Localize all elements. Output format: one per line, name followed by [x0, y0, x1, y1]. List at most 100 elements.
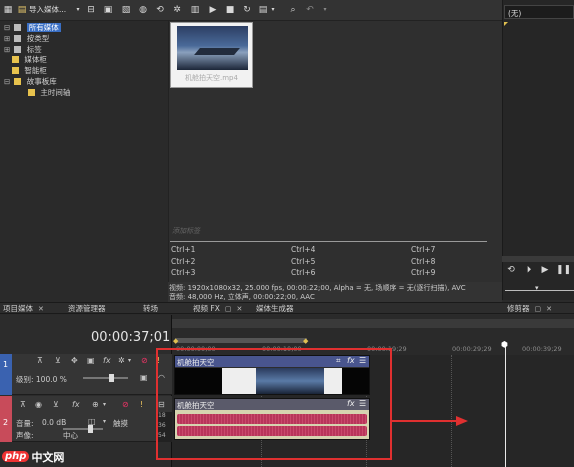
- grid-line: [451, 355, 452, 467]
- video-level-slider[interactable]: [83, 374, 128, 382]
- loop-region[interactable]: [175, 338, 307, 343]
- settings-icon[interactable]: ✲: [172, 5, 182, 15]
- pan-crop-icon[interactable]: ▣: [87, 356, 95, 365]
- tree-item-storyboard[interactable]: ⊟ 故事板库: [4, 77, 57, 87]
- more-icon[interactable]: ▾: [320, 5, 330, 15]
- tab-explorer[interactable]: 资源管理器: [68, 303, 106, 314]
- tree-item-media-bins[interactable]: 媒体柜: [12, 55, 47, 65]
- close-icon[interactable]: ✕: [38, 305, 44, 313]
- dropdown-icon[interactable]: ▾: [128, 356, 131, 365]
- expand-icon[interactable]: ⊞: [4, 34, 12, 44]
- effects-icon[interactable]: ⊕: [92, 400, 99, 409]
- monitor-icon[interactable]: ▣: [140, 373, 148, 382]
- audio-volume-slider[interactable]: [63, 425, 103, 433]
- dropdown-icon[interactable]: ▾: [73, 5, 83, 15]
- prev-frame-icon[interactable]: ⏵: [524, 265, 534, 275]
- pause-icon[interactable]: ❚❚: [556, 265, 571, 275]
- solo-icon[interactable]: !: [140, 400, 143, 409]
- php-logo: php: [2, 451, 30, 462]
- mute-icon[interactable]: ⊘: [141, 356, 148, 365]
- undo-icon[interactable]: ↶: [305, 5, 315, 15]
- tab-transitions[interactable]: 转场: [143, 303, 158, 314]
- annotation-arrow-line: [392, 420, 458, 422]
- shortcut-ctrl6: Ctrl+6: [291, 268, 316, 277]
- snap-icon[interactable]: ▤: [258, 5, 268, 15]
- tab-project-media[interactable]: 项目媒体 ✕: [3, 303, 44, 314]
- dock-icon[interactable]: ▢: [535, 305, 542, 313]
- annotation-arrow-head: [456, 416, 468, 426]
- shortcut-ctrl3: Ctrl+3: [171, 268, 196, 277]
- media-icon[interactable]: ▦: [3, 5, 13, 15]
- loop-icon[interactable]: ↻: [242, 5, 252, 15]
- motion-icon[interactable]: ✥: [71, 356, 78, 365]
- timecode-display[interactable]: 00:00:37;01: [91, 330, 170, 345]
- search-icon[interactable]: ⌕: [288, 5, 298, 15]
- loop-icon[interactable]: ⟲: [506, 265, 516, 275]
- shortcut-ctrl9: Ctrl+9: [411, 268, 436, 277]
- bin-folder-icon: [28, 89, 35, 96]
- trimmer-scrollbar[interactable]: [502, 256, 574, 262]
- trimmer-cursor-icon[interactable]: ▾: [535, 284, 539, 292]
- dropdown-icon[interactable]: ▾: [103, 400, 106, 409]
- view-icon[interactable]: ⊟: [86, 5, 96, 15]
- bypass-icon[interactable]: ⊻: [53, 400, 59, 409]
- dock-icon[interactable]: ▢: [225, 305, 232, 313]
- expand-icon[interactable]: ⊟: [4, 23, 12, 33]
- playhead[interactable]: [505, 343, 506, 467]
- grid-dropdown-icon[interactable]: ▾: [268, 5, 278, 15]
- expand-icon[interactable]: ⊞: [4, 45, 12, 55]
- close-icon[interactable]: ✕: [546, 305, 552, 313]
- import-media-button[interactable]: 导入媒体...: [29, 5, 66, 15]
- in-point-marker[interactable]: [504, 22, 508, 26]
- tree-item-label: 所有媒体: [26, 23, 61, 32]
- tree-item-by-type[interactable]: ⊞ 按类型: [4, 34, 49, 44]
- touch-dropdown-icon[interactable]: ▾: [103, 417, 106, 426]
- refresh-icon[interactable]: ⟲: [155, 5, 165, 15]
- playhead-handle[interactable]: ⬢: [501, 340, 508, 349]
- import-icon[interactable]: ▤: [17, 5, 27, 15]
- tree-item-label: 按类型: [26, 34, 50, 43]
- close-icon[interactable]: ✕: [236, 305, 242, 313]
- audio-volume-thumb[interactable]: [88, 425, 93, 433]
- collapse-icon[interactable]: ⊼: [20, 400, 26, 409]
- split-icon[interactable]: ▥: [190, 5, 200, 15]
- tag-input[interactable]: 添加标签: [172, 226, 200, 236]
- shortcut-ctrl7: Ctrl+7: [411, 245, 436, 254]
- trimmer-panel: [502, 0, 574, 300]
- effects-icon[interactable]: ▧: [121, 5, 131, 15]
- fx-icon[interactable]: fx: [103, 356, 111, 365]
- media-thumbnail-card[interactable]: 机舱拍天空.mp4: [170, 22, 253, 88]
- watermark: php 中文网: [2, 448, 64, 465]
- fx-icon[interactable]: fx: [72, 400, 80, 409]
- tree-item-smart-bins[interactable]: 智能柜: [12, 66, 47, 76]
- tab-trimmer[interactable]: 修剪器 ▢ ✕: [507, 303, 552, 314]
- record-icon[interactable]: ◉: [35, 400, 42, 409]
- stop-icon[interactable]: ■: [225, 5, 235, 15]
- props-icon[interactable]: ▣: [103, 5, 113, 15]
- highlight-box: [156, 348, 392, 460]
- expand-icon[interactable]: ⊟: [4, 77, 12, 87]
- tab-video-fx[interactable]: 视频 FX ▢ ✕: [193, 303, 242, 314]
- media-info-audio: 音频: 48,000 Hz, 立体声, 00:00:22;00, AAC: [169, 293, 315, 301]
- tree-item-tags[interactable]: ⊞ 标签: [4, 45, 42, 55]
- play-icon[interactable]: ▶: [540, 265, 550, 275]
- mute-icon[interactable]: ⊘: [122, 400, 129, 409]
- ruler-label: 00:00:39;29: [522, 345, 562, 353]
- trimmer-dropdown[interactable]: (无): [504, 5, 574, 19]
- shortcut-ctrl5: Ctrl+5: [291, 257, 316, 266]
- burn-icon[interactable]: ◍: [138, 5, 148, 15]
- tree-item-all-media[interactable]: ⊟ 所有媒体: [4, 23, 61, 33]
- collapse-icon[interactable]: ⊼: [37, 356, 43, 365]
- tree-item-main-timeline[interactable]: 主时间轴: [28, 88, 70, 98]
- tab-media-generators[interactable]: 媒体生成器: [256, 303, 294, 314]
- trimmer-dropdown-value: (无): [508, 9, 522, 18]
- play-icon[interactable]: ▶: [208, 5, 218, 15]
- loop-end-marker[interactable]: ◆: [303, 337, 308, 345]
- shortcut-ctrl8: Ctrl+8: [411, 257, 436, 266]
- video-level-thumb[interactable]: [109, 374, 114, 382]
- bypass-icon[interactable]: ⊻: [55, 356, 61, 365]
- loop-start-marker[interactable]: ◆: [173, 337, 178, 345]
- composite-icon[interactable]: ✲: [118, 356, 125, 365]
- audio-pan-value: 中心: [63, 431, 78, 440]
- touch-mode-label[interactable]: 触摸: [113, 418, 128, 429]
